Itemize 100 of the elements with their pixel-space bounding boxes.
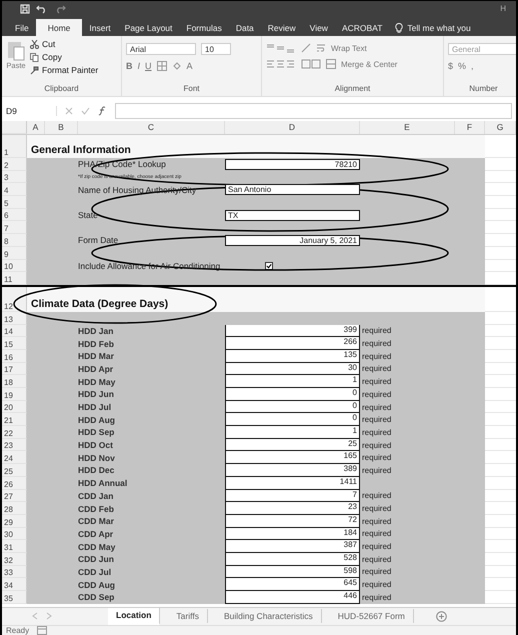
ribbon-tab[interactable]: File — [8, 19, 36, 36]
row-header[interactable]: 28 — [2, 502, 27, 515]
input-cell[interactable]: 165 — [225, 451, 360, 464]
align-icon[interactable] — [266, 59, 296, 69]
ribbon-tab[interactable]: Data — [228, 19, 261, 36]
row-header[interactable]: 27 — [2, 490, 27, 502]
row-header[interactable]: 33 — [2, 566, 27, 578]
row-header[interactable]: 23 — [2, 438, 27, 452]
ribbon-tab[interactable]: Insert — [82, 19, 118, 36]
undo-icon[interactable] — [36, 4, 48, 14]
row-header[interactable]: 19 — [2, 388, 27, 401]
align-top-icon[interactable] — [266, 43, 296, 53]
input-cell[interactable]: 135 — [225, 350, 360, 363]
bold-button[interactable]: B — [126, 61, 132, 71]
input-cell[interactable]: January 5, 2021 — [225, 234, 360, 246]
row-header[interactable]: 8 — [2, 234, 27, 247]
add-sheet-icon[interactable] — [436, 610, 447, 622]
row-header[interactable]: 32 — [2, 552, 27, 566]
select-all-corner[interactable] — [2, 121, 27, 134]
indent-icon[interactable] — [301, 59, 321, 69]
input-cell[interactable]: 72 — [225, 514, 360, 528]
ribbon-tab[interactable]: View — [302, 19, 335, 36]
input-cell[interactable]: 598 — [225, 566, 360, 578]
input-cell[interactable]: 389 — [225, 464, 360, 477]
font-size-dropdown[interactable]: 10 — [201, 43, 231, 55]
row-header[interactable]: 22 — [2, 426, 27, 439]
row-header[interactable]: 25 — [2, 464, 27, 477]
row-header[interactable]: 6 — [2, 208, 27, 222]
row-header[interactable]: 10 — [2, 260, 27, 272]
row-header[interactable]: 17 — [2, 362, 27, 376]
percent-button[interactable]: % — [458, 61, 466, 71]
row-header[interactable]: 35 — [2, 591, 27, 604]
input-cell[interactable]: 387 — [225, 540, 360, 553]
row-header[interactable]: 16 — [2, 350, 27, 363]
row-header[interactable]: 30 — [2, 528, 27, 540]
macro-record-icon[interactable] — [37, 626, 48, 635]
merge-center-button[interactable]: Merge & Center — [341, 60, 398, 68]
row-header[interactable]: 26 — [2, 476, 27, 490]
ribbon-tab[interactable]: ACROBAT — [334, 19, 390, 36]
row-header[interactable]: 18 — [2, 375, 27, 388]
currency-button[interactable]: $ — [448, 61, 454, 71]
row-header[interactable]: 7 — [2, 221, 27, 234]
row-header[interactable]: 31 — [2, 540, 27, 553]
row-header[interactable]: 11 — [2, 272, 27, 285]
row-header[interactable]: 13 — [2, 312, 27, 325]
row-header[interactable]: 29 — [2, 514, 27, 528]
comma-button[interactable]: , — [471, 61, 474, 71]
row-header[interactable]: 3 — [2, 170, 27, 184]
scroll-right-icon[interactable] — [46, 612, 52, 620]
cut-button[interactable]: Cut — [42, 39, 56, 49]
column-header[interactable]: G — [485, 121, 516, 134]
row-header[interactable]: 5 — [2, 196, 27, 209]
input-cell[interactable]: 7 — [225, 490, 360, 502]
column-header[interactable]: B — [45, 121, 78, 134]
format-painter-button[interactable]: Format Painter — [42, 65, 98, 75]
input-cell[interactable]: 1 — [225, 375, 360, 388]
column-header[interactable]: D — [225, 121, 360, 134]
sheet-tab[interactable]: Location — [108, 608, 160, 625]
checkmark-icon[interactable] — [81, 107, 90, 115]
input-cell[interactable]: 528 — [225, 552, 360, 566]
input-cell[interactable]: 645 — [225, 578, 360, 591]
fill-bucket-icon[interactable] — [172, 61, 182, 71]
borders-icon[interactable] — [156, 61, 167, 71]
input-cell[interactable]: 23 — [225, 502, 360, 515]
wrap-text-button[interactable]: Wrap Text — [331, 44, 367, 52]
input-cell[interactable]: 446 — [225, 591, 360, 604]
cancel-icon[interactable] — [65, 107, 73, 115]
input-cell[interactable]: 0 — [225, 413, 360, 426]
input-cell[interactable]: 0 — [225, 388, 360, 401]
row-header[interactable]: 2 — [2, 158, 27, 171]
sheet-tab[interactable]: Tariffs — [168, 609, 208, 624]
input-cell[interactable]: San Antonio — [225, 184, 360, 196]
row-header[interactable]: 1 — [2, 135, 27, 158]
input-cell[interactable]: 1411 — [225, 476, 360, 490]
row-header[interactable]: 9 — [2, 246, 27, 260]
input-cell[interactable]: 0 — [225, 400, 360, 414]
column-header[interactable]: F — [455, 121, 485, 134]
input-cell[interactable]: 184 — [225, 528, 360, 540]
row-header[interactable]: 34 — [2, 578, 27, 591]
input-cell[interactable]: 30 — [225, 362, 360, 376]
sheet-tab[interactable]: Building Characteristics — [216, 609, 322, 624]
column-header[interactable]: E — [360, 121, 455, 134]
row-header[interactable]: 12 — [2, 286, 27, 312]
font-color-button[interactable]: A — [186, 61, 193, 71]
name-box[interactable]: D9 — [6, 106, 57, 116]
input-cell[interactable]: 1 — [225, 426, 360, 439]
input-cell[interactable]: 25 — [225, 438, 360, 452]
input-cell[interactable]: TX — [225, 210, 360, 221]
row-header[interactable]: 24 — [2, 451, 27, 464]
tell-me-search[interactable]: Tell me what you — [407, 22, 471, 32]
underline-button[interactable]: U — [145, 61, 152, 71]
font-name-dropdown[interactable]: Arial — [126, 43, 196, 55]
redo-icon[interactable] — [54, 4, 66, 14]
italic-button[interactable]: I — [138, 61, 140, 71]
sheet-tab[interactable]: HUD-52667 Form — [330, 609, 414, 624]
row-header[interactable]: 21 — [2, 413, 27, 426]
copy-button[interactable]: Copy — [42, 52, 62, 62]
scroll-left-icon[interactable] — [32, 612, 38, 620]
row-header[interactable]: 14 — [2, 324, 27, 338]
row-header[interactable]: 20 — [2, 400, 27, 414]
